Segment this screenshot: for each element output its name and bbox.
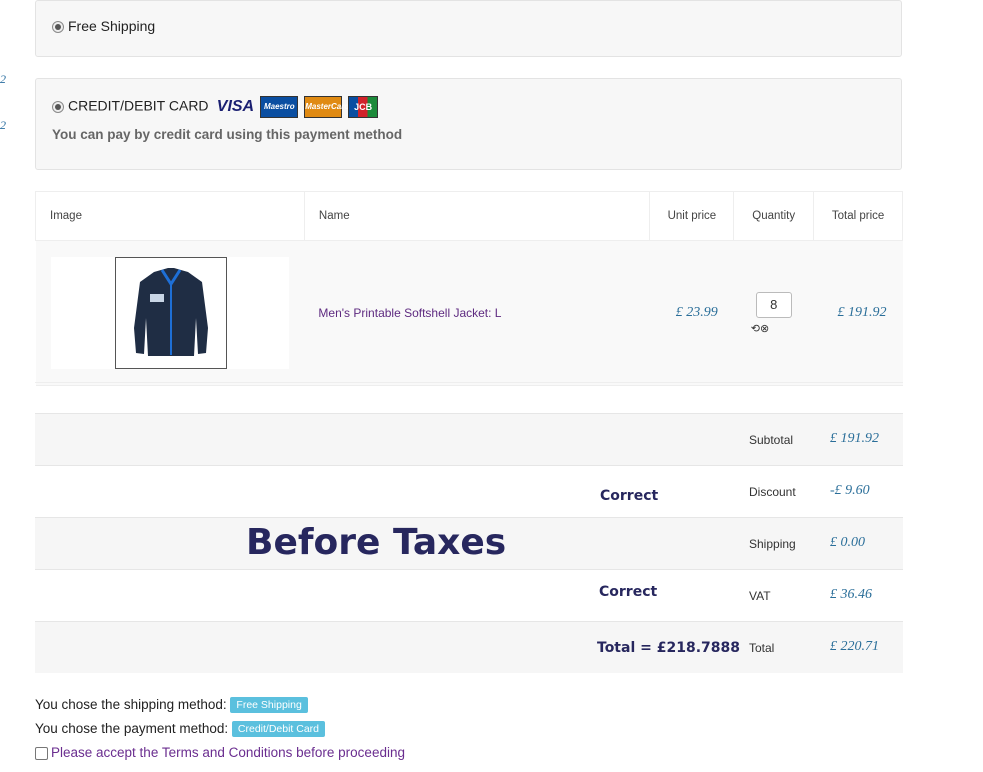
product-total-price: £ 191.92	[813, 240, 903, 386]
payment-method-panel: CREDIT/DEBIT CARD VISA Maestro MasterCar…	[35, 78, 902, 170]
product-name-link[interactable]: Men's Printable Softshell Jacket: L	[304, 240, 650, 386]
card-logos: VISA Maestro MasterCard JCB	[216, 96, 380, 118]
edge-number: 2	[0, 118, 6, 132]
total-value: £ 220.71	[830, 639, 879, 654]
quantity-cell: 8 ⟲⊗	[733, 240, 814, 386]
product-image[interactable]	[50, 257, 289, 369]
before-taxes-annotation: Before Taxes	[246, 522, 507, 563]
chosen-payment-line: You chose the payment method: Credit/Deb…	[35, 721, 326, 738]
discount-label: Discount	[749, 485, 796, 499]
cart-table: Image Name Unit price Quantity Total pri…	[35, 191, 903, 386]
mastercard-logo-icon: MasterCard	[304, 96, 349, 118]
divider	[35, 382, 903, 383]
payment-radio[interactable]	[52, 101, 64, 113]
jcb-logo-icon: JCB	[348, 96, 379, 118]
computed-total-annotation: Total = £218.7888	[597, 640, 740, 656]
jacket-image-icon	[114, 257, 227, 369]
shipping-badge: Free Shipping	[230, 697, 308, 714]
shipping-label: Shipping	[749, 537, 796, 551]
terms-checkbox[interactable]	[35, 746, 48, 760]
vat-value: £ 36.46	[830, 587, 872, 602]
correct-annotation: Correct	[599, 584, 658, 600]
col-total-price: Total price	[813, 191, 903, 241]
remove-icon[interactable]: ⊗	[760, 323, 769, 335]
edge-number: 2	[0, 72, 6, 86]
payment-description: You can pay by credit card using this pa…	[52, 127, 403, 142]
product-image-cell	[35, 240, 305, 386]
payment-badge: Credit/Debit Card	[231, 721, 326, 738]
terms-label[interactable]: Please accept the Terms and Conditions b…	[51, 745, 405, 760]
subtotal-row: Subtotal £ 191.92	[35, 413, 903, 465]
refresh-icon[interactable]: ⟲	[751, 323, 760, 335]
table-row: Men's Printable Softshell Jacket: L £ 23…	[35, 240, 903, 386]
col-unit-price: Unit price	[649, 191, 735, 241]
chosen-payment-prefix: You chose the payment method:	[35, 721, 229, 736]
col-image: Image	[35, 191, 305, 241]
payment-option[interactable]: CREDIT/DEBIT CARD VISA Maestro MasterCar…	[52, 96, 380, 118]
vat-row: VAT £ 36.46	[35, 569, 903, 621]
terms-line: Please accept the Terms and Conditions b…	[35, 745, 405, 760]
payment-option-label: CREDIT/DEBIT CARD	[68, 97, 209, 114]
quantity-tools: ⟲⊗	[751, 322, 813, 335]
chosen-shipping-line: You chose the shipping method: Free Ship…	[35, 697, 308, 714]
correct-annotation: Correct	[600, 488, 659, 504]
shipping-radio[interactable]	[52, 21, 64, 34]
discount-row: Discount -£ 9.60	[35, 465, 903, 517]
shipping-method-panel: Free Shipping	[35, 0, 902, 57]
shipping-option-label: Free Shipping	[68, 18, 156, 34]
chosen-shipping-prefix: You chose the shipping method:	[35, 697, 227, 712]
maestro-logo-icon: Maestro	[260, 96, 299, 118]
quantity-input[interactable]: 8	[755, 291, 792, 318]
visa-logo-icon: VISA	[216, 98, 255, 115]
total-row: Total £ 220.71	[35, 621, 903, 673]
col-name: Name	[303, 191, 651, 241]
shipping-option[interactable]: Free Shipping	[52, 18, 155, 34]
product-unit-price: £ 23.99	[649, 240, 734, 386]
discount-value: -£ 9.60	[830, 483, 870, 498]
shipping-value: £ 0.00	[830, 535, 865, 550]
cart-header-row: Image Name Unit price Quantity Total pri…	[35, 191, 903, 241]
subtotal-label: Subtotal	[749, 433, 794, 447]
subtotal-value: £ 191.92	[830, 431, 879, 446]
col-quantity: Quantity	[733, 191, 815, 241]
total-label: Total	[749, 641, 775, 655]
vat-label: VAT	[749, 589, 771, 603]
